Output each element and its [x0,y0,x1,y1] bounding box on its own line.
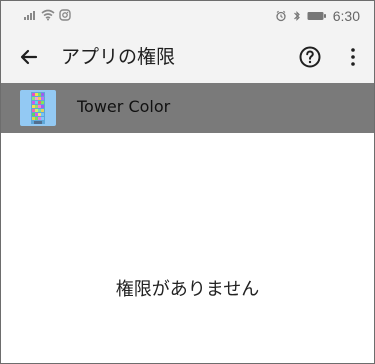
bluetooth-icon [293,10,301,22]
back-button[interactable] [15,43,43,71]
help-icon [298,45,322,69]
wifi-icon [41,9,55,21]
empty-permissions-message: 権限がありません [115,279,260,300]
selected-app-row[interactable]: Tower Color [1,83,374,133]
more-vert-icon [350,47,356,67]
back-arrow-icon [18,46,40,68]
help-button[interactable] [297,44,323,70]
alarm-icon [275,10,287,22]
status-left-icons [23,9,71,21]
status-bar: 6:30 [1,1,374,31]
battery-icon [307,11,327,21]
app-bar: アプリの権限 [1,31,374,83]
page-title: アプリの権限 [61,46,176,68]
status-time: 6:30 [332,8,360,24]
instagram-icon [59,9,71,21]
screen-frame: 6:30 アプリの権限 Tower Color 権限がありません [0,0,375,364]
app-name: Tower Color [77,97,171,116]
signal-icon [23,9,37,21]
more-options-button[interactable] [344,44,362,70]
app-icon [20,90,56,126]
permissions-content: 権限がありません [1,133,374,361]
status-right-icons: 6:30 [275,8,360,24]
